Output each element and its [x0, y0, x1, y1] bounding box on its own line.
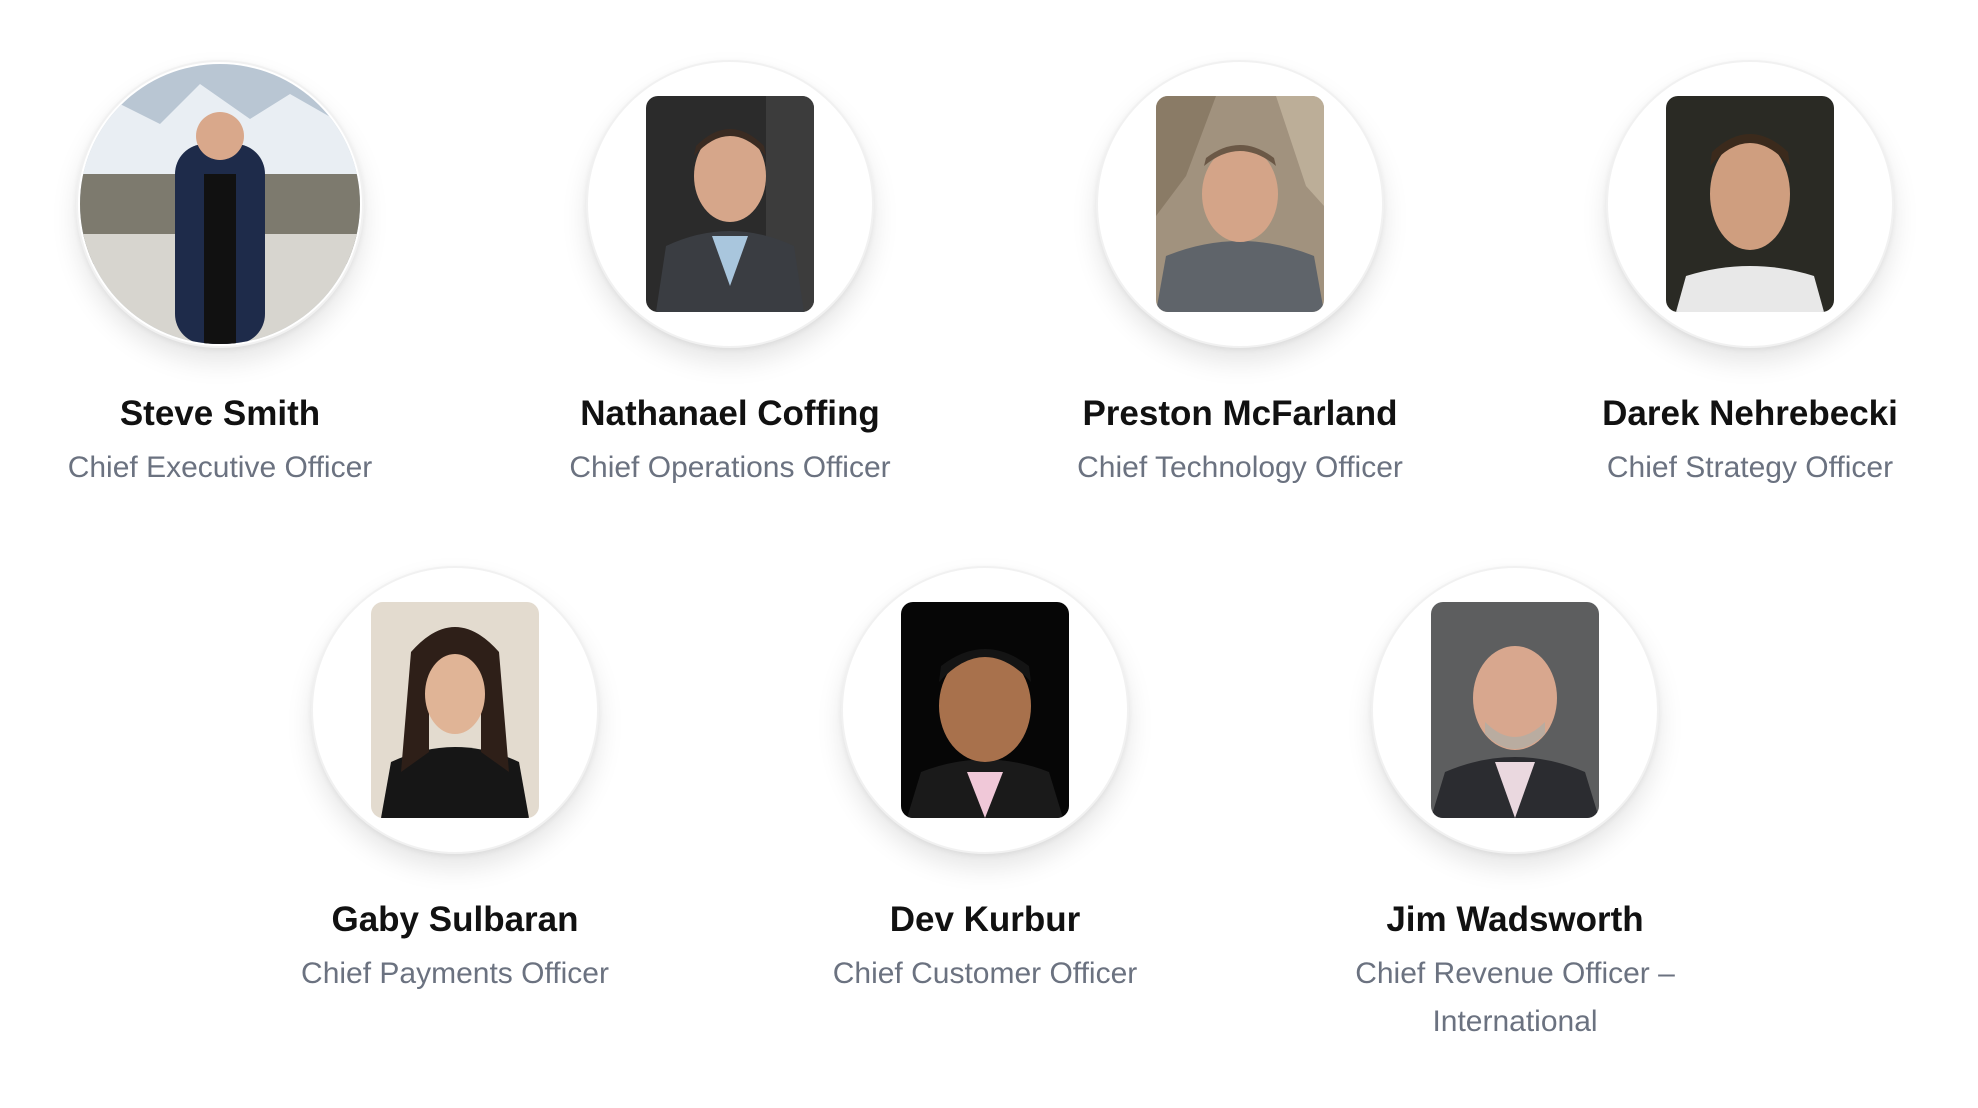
avatar: [1096, 60, 1384, 348]
member-title: Chief Customer Officer: [832, 957, 1138, 990]
profile-photo: [646, 96, 814, 312]
profile-photo: [371, 602, 539, 818]
team-member-card: Jim Wadsworth Chief Revenue Officer – In…: [1305, 566, 1725, 1046]
avatar: [1606, 60, 1894, 348]
team-member-card: Nathanael Coffing Chief Operations Offic…: [520, 60, 940, 492]
member-title: Chief Operations Officer: [569, 451, 891, 484]
avatar: [841, 566, 1129, 854]
member-name: Nathanael Coffing: [580, 394, 880, 433]
team-member-card: Gaby Sulbaran Chief Payments Officer: [245, 566, 665, 998]
team-member-card: Preston McFarland Chief Technology Offic…: [1030, 60, 1450, 492]
member-title: Chief Executive Officer: [67, 451, 373, 484]
member-title: Chief Strategy Officer: [1606, 451, 1894, 484]
team-member-card: Steve Smith Chief Executive Officer: [10, 60, 430, 492]
team-member-card: Darek Nehrebecki Chief Strategy Officer: [1540, 60, 1960, 492]
avatar: [76, 60, 364, 348]
member-title: Chief Payments Officer: [301, 957, 609, 990]
profile-photo: [1431, 602, 1599, 818]
member-name: Gaby Sulbaran: [331, 900, 579, 939]
profile-photo: [1156, 96, 1324, 312]
member-name: Dev Kurbur: [889, 900, 1081, 939]
member-name: Steve Smith: [119, 394, 321, 433]
member-name: Darek Nehrebecki: [1602, 394, 1898, 433]
team-member-card: Dev Kurbur Chief Customer Officer: [775, 566, 1195, 998]
member-title: Chief Technology Officer: [1077, 451, 1403, 484]
profile-photo: [80, 64, 360, 344]
avatar: [586, 60, 874, 348]
member-title: Chief Revenue Officer – International: [1355, 957, 1675, 1038]
member-name: Jim Wadsworth: [1386, 900, 1644, 939]
profile-photo: [901, 602, 1069, 818]
avatar: [311, 566, 599, 854]
profile-photo: [1666, 96, 1834, 312]
member-name: Preston McFarland: [1082, 394, 1398, 433]
avatar: [1371, 566, 1659, 854]
leadership-team-grid: Steve Smith Chief Executive Officer Nath…: [0, 0, 1978, 1108]
